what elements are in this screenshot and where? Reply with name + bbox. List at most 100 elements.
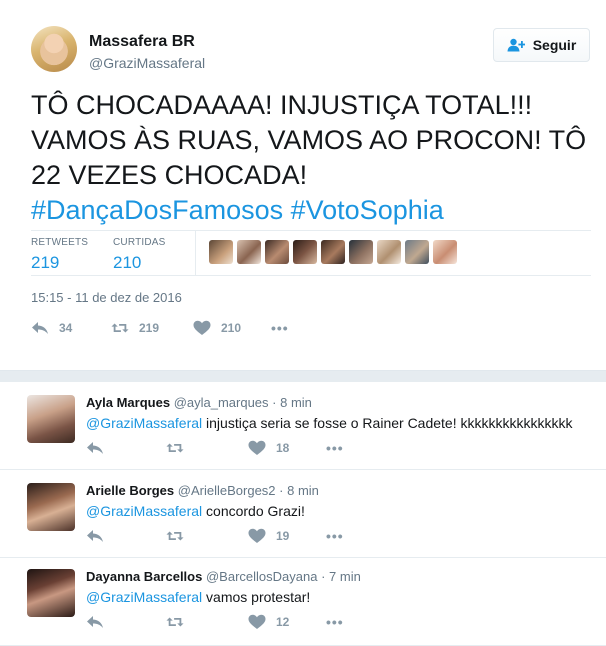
reply-time[interactable]: · 8 min [272,395,312,410]
more-button[interactable]: ••• [326,440,344,456]
reply-icon [87,530,103,542]
mention-link[interactable]: @GraziMassaferal [86,415,202,431]
follow-label: Seguir [532,37,577,53]
likes-count: 210 [113,253,142,272]
reply-time[interactable]: · 7 min [321,569,361,584]
more-icon: ••• [326,440,344,456]
likes-stat[interactable]: CURTIDAS 210 [113,237,166,273]
more-button[interactable]: ••• [326,528,344,544]
retweet-button[interactable] [166,440,184,456]
tweet-text-line: VAMOS ÀS RUAS, VAMOS AO PROCON! TÔ [31,125,587,155]
like-button[interactable]: 210 [193,320,241,336]
mention-link[interactable]: @GraziMassaferal [86,503,202,519]
liker-avatar[interactable] [405,240,429,264]
reply-handle[interactable]: @ArielleBorges2 [178,483,276,498]
reply-text: @GraziMassaferal concordo Grazi! [86,503,305,519]
retweet-icon [166,531,184,541]
reply-text: @GraziMassaferal vamos protestar! [86,589,310,605]
liker-avatar[interactable] [265,240,289,264]
display-name[interactable]: Massafera BR [89,33,195,51]
reply-count: 34 [59,321,73,335]
reply-button[interactable] [86,528,104,544]
reply-header: Dayanna Barcellos @BarcellosDayana · 7 m… [86,569,361,584]
more-icon: ••• [326,614,344,630]
tweet-stats: RETWEETS 219 CURTIDAS 210 [31,230,591,276]
mention-link[interactable]: @GraziMassaferal [86,589,202,605]
timestamp[interactable]: 15:15 - 11 de dez de 2016 [31,290,182,305]
tweet-text-line: 22 VEZES CHOCADA! [31,160,308,190]
avatar[interactable] [27,395,75,443]
retweet-icon [166,443,184,453]
reply-button[interactable]: 34 [31,320,72,336]
avatar[interactable] [27,569,75,617]
retweets-label: RETWEETS [31,237,89,248]
reply-actions: 18 ••• [86,440,366,460]
retweet-icon [166,617,184,627]
more-button[interactable]: ••• [326,614,344,630]
liker-avatar[interactable] [237,240,261,264]
like-button[interactable]: 19 [248,528,289,544]
handle[interactable]: @GraziMassaferal [89,55,205,71]
reply-body: concordo Grazi! [202,503,305,519]
liker-avatar[interactable] [349,240,373,264]
reply-time[interactable]: · 8 min [279,483,319,498]
like-count: 12 [276,615,290,629]
retweet-stat[interactable]: RETWEETS 219 [31,237,88,273]
reply-body: injustiça seria se fosse o Rainer Cadete… [202,415,573,431]
reply-tweet[interactable]: Dayanna Barcellos @BarcellosDayana · 7 m… [0,558,606,646]
reply-icon [32,322,48,334]
like-button[interactable]: 18 [248,440,289,456]
heart-icon [248,614,266,629]
reply-name[interactable]: Arielle Borges [86,483,174,498]
avatar[interactable] [27,483,75,531]
reply-name[interactable]: Ayla Marques [86,395,170,410]
more-icon: ••• [271,320,289,336]
follow-button[interactable]: Seguir [493,28,590,62]
retweets-count: 219 [31,253,60,272]
tweet-actions: 34 219 210 ••• [31,320,331,340]
more-button[interactable]: ••• [271,320,289,336]
liker-avatars [209,240,457,264]
like-button[interactable]: 12 [248,614,289,630]
avatar[interactable] [31,26,77,72]
liker-avatar[interactable] [209,240,233,264]
liker-avatar[interactable] [377,240,401,264]
liker-avatar[interactable] [321,240,345,264]
reply-icon [87,616,103,628]
liker-avatar[interactable] [293,240,317,264]
reply-handle[interactable]: @ayla_marques [174,395,269,410]
retweet-button[interactable]: 219 [111,320,159,336]
retweet-button[interactable] [166,614,184,630]
hashtags[interactable]: #DançaDosFamosos #VotoSophia [31,193,591,228]
reply-body: vamos protestar! [202,589,311,605]
heart-icon [248,528,266,543]
liker-avatar[interactable] [433,240,457,264]
reply-name[interactable]: Dayanna Barcellos [86,569,202,584]
section-divider [0,370,606,382]
heart-icon [248,440,266,455]
reply-header: Arielle Borges @ArielleBorges2 · 8 min [86,483,319,498]
reply-button[interactable] [86,440,104,456]
reply-button[interactable] [86,614,104,630]
like-count: 210 [221,321,242,335]
more-icon: ••• [326,528,344,544]
main-tweet: Massafera BR @GraziMassaferal Seguir TÔ … [0,0,606,370]
like-count: 18 [276,441,290,455]
divider [195,231,196,275]
heart-icon [193,320,211,335]
retweet-button[interactable] [166,528,184,544]
tweet-text: TÔ CHOCADAAAA! INJUSTIÇA TOTAL!!! VAMOS … [31,88,591,228]
retweet-count: 219 [139,321,160,335]
reply-actions: 12 ••• [86,614,366,634]
add-user-icon [507,38,525,52]
reply-handle[interactable]: @BarcellosDayana [206,569,317,584]
reply-text: @GraziMassaferal injustiça seria se foss… [86,415,573,431]
like-count: 19 [276,529,290,543]
reply-icon [87,442,103,454]
reply-tweet[interactable]: Ayla Marques @ayla_marques · 8 min @Graz… [0,382,606,470]
reply-header: Ayla Marques @ayla_marques · 8 min [86,395,312,410]
tweet-text-line: TÔ CHOCADAAAA! INJUSTIÇA TOTAL!!! [31,90,533,120]
likes-label: CURTIDAS [113,237,166,248]
reply-actions: 19 ••• [86,528,366,548]
reply-tweet[interactable]: Arielle Borges @ArielleBorges2 · 8 min @… [0,470,606,558]
